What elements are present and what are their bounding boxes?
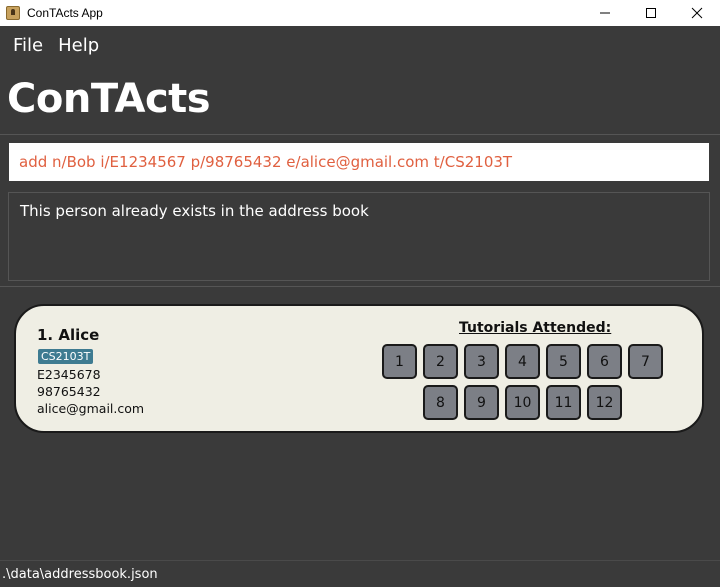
maximize-button[interactable] — [628, 0, 674, 26]
tutorial-box: 2 — [423, 344, 458, 379]
minimize-button[interactable] — [582, 0, 628, 26]
phone-number: 98765432 — [37, 384, 101, 399]
command-input[interactable]: add n/Bob i/E1234567 p/98765432 e/alice@… — [9, 143, 709, 181]
tag-badge: CS2103T — [38, 349, 94, 364]
person-card[interactable]: 1. Alice CS2103T E2345678 98765432 alice… — [14, 304, 704, 433]
tutorial-box: 12 — [587, 385, 622, 420]
email-address: alice@gmail.com — [37, 401, 145, 416]
divider — [0, 286, 720, 287]
person-name: 1. Alice — [37, 326, 100, 344]
minimize-icon — [600, 12, 610, 14]
student-id: E2345678 — [37, 367, 101, 382]
menu-bar: File Help — [0, 26, 720, 64]
tutorial-box: 8 — [423, 385, 458, 420]
tutorial-box: 10 — [505, 385, 540, 420]
tutorial-box: 1 — [382, 344, 417, 379]
save-location: .\data\addressbook.json — [2, 567, 158, 582]
tutorials-heading: Tutorials Attended: — [459, 320, 612, 336]
tutorial-box: 6 — [587, 344, 622, 379]
tutorial-box: 9 — [464, 385, 499, 420]
result-display: This person already exists in the addres… — [8, 192, 710, 281]
close-icon — [691, 7, 703, 19]
app-heading: ConTActs — [7, 76, 211, 122]
close-button[interactable] — [674, 0, 720, 26]
tutorial-box: 11 — [546, 385, 581, 420]
status-bar: .\data\addressbook.json — [0, 560, 720, 587]
maximize-icon — [646, 8, 656, 18]
menu-help[interactable]: Help — [52, 35, 108, 56]
title-bar: ConTActs App — [0, 0, 720, 26]
tutorial-box: 5 — [546, 344, 581, 379]
tutorial-box: 7 — [628, 344, 663, 379]
window-title: ConTActs App — [27, 6, 103, 20]
result-message: This person already exists in the addres… — [20, 202, 369, 220]
tutorial-box: 3 — [464, 344, 499, 379]
window-controls — [582, 0, 720, 26]
command-area: add n/Bob i/E1234567 p/98765432 e/alice@… — [0, 134, 720, 186]
app-icon — [6, 6, 20, 20]
menu-file[interactable]: File — [0, 35, 52, 56]
tutorial-box: 4 — [505, 344, 540, 379]
